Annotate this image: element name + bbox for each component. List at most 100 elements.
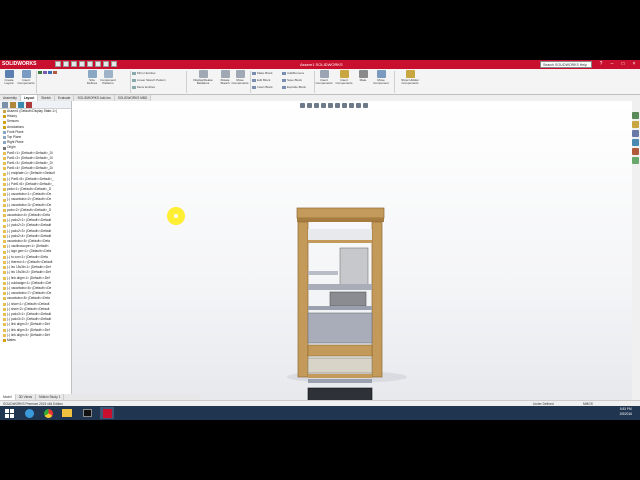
scene-icon[interactable] (356, 103, 361, 108)
rebuild-icon[interactable] (103, 61, 109, 67)
explorer-taskbar-item[interactable] (60, 407, 74, 419)
assembly-model[interactable] (72, 101, 632, 413)
sketch-line-icon[interactable] (38, 71, 42, 74)
print-icon[interactable] (79, 61, 85, 67)
resources-icon[interactable] (632, 112, 639, 119)
size-defines-button[interactable]: Size Defines (84, 70, 100, 86)
make-part-from-block-button[interactable]: Insert Components (316, 70, 333, 86)
shelf-plate-4[interactable] (308, 379, 372, 383)
chrome-taskbar-item[interactable] (41, 407, 55, 419)
save-block-button[interactable]: Save Block (282, 78, 302, 82)
new-icon[interactable] (55, 61, 61, 67)
undo-icon[interactable] (87, 61, 93, 67)
previous-view-icon[interactable] (314, 103, 319, 108)
mid-board[interactable] (307, 344, 373, 357)
sketch-spline-icon[interactable] (53, 71, 57, 74)
appearances-icon[interactable] (632, 148, 639, 155)
part-icon (3, 245, 6, 249)
move-component-button[interactable]: Move Component (370, 70, 392, 86)
file-explorer-icon[interactable] (632, 130, 639, 137)
add-remove-button[interactable]: Add/Remove (282, 71, 304, 75)
linear-pattern-icon (132, 78, 136, 82)
right-leg[interactable] (371, 221, 383, 378)
shelf-plate-1[interactable] (308, 271, 338, 275)
options-icon[interactable] (111, 61, 117, 67)
left-leg[interactable] (297, 221, 309, 378)
linear-pattern-button[interactable]: Linear Sketch Pattern (132, 78, 166, 82)
feature-manager-tree: Assem1 (Default<Display State-1>) Histor… (0, 101, 72, 407)
mate-button[interactable]: Mate (358, 70, 368, 82)
help-button[interactable]: ? (597, 61, 605, 68)
select-icon[interactable] (95, 61, 101, 67)
edit-block-button[interactable]: Edit Block (252, 78, 270, 82)
part-icon (3, 287, 6, 290)
move-components-button[interactable]: Move Components (232, 70, 249, 86)
quick-access-toolbar (55, 61, 117, 68)
part-icon (3, 177, 6, 181)
solidworks-taskbar-item[interactable] (100, 407, 114, 419)
search-input[interactable]: Search SOLIDWORKS Help (540, 61, 592, 68)
view-palette-icon[interactable] (632, 139, 639, 146)
tree-items: History Sensors Annotations Front Plane Top … (0, 114, 71, 343)
title-bar: SOLIDWORKS Assem1 SOLIDWORKS Search SOLI… (0, 60, 640, 69)
shelf-plate-3[interactable] (308, 306, 372, 310)
shelf-plate-2[interactable] (308, 284, 372, 290)
close-button[interactable]: × (630, 61, 638, 68)
display-manager-icon[interactable] (26, 102, 32, 108)
separator (186, 71, 187, 93)
view-orientation-icon[interactable] (328, 103, 333, 108)
maximize-button[interactable]: □ (619, 61, 627, 68)
separator (394, 71, 395, 93)
explode-block-button[interactable]: Explode Block (282, 85, 306, 89)
insert-components-button[interactable]: Insert Components (18, 70, 35, 86)
sketch-arc-icon[interactable] (43, 71, 47, 74)
configuration-manager-icon[interactable] (18, 102, 24, 108)
part-icon (3, 333, 6, 337)
insert-block-button[interactable]: Insert Block (252, 85, 273, 89)
show-hidden-components-button[interactable]: Show Hidden Components (398, 70, 422, 86)
signal-generator[interactable] (307, 312, 373, 344)
start-button[interactable] (2, 407, 16, 419)
minimize-button[interactable]: – (608, 61, 616, 68)
create-layout-button[interactable]: Create Layout (2, 70, 16, 86)
make-block-button[interactable]: Make Block (252, 71, 273, 75)
plane-icon (3, 136, 6, 140)
system-clock[interactable]: 5:53 PM 2/5/2016 (620, 407, 632, 417)
view-settings-icon[interactable] (363, 103, 368, 108)
save-icon[interactable] (71, 61, 77, 67)
part-icon (3, 281, 6, 285)
insert-components-layout-button[interactable]: Insert Components (334, 70, 354, 86)
part-icon (3, 182, 6, 186)
mirror-entities-button[interactable]: Mirror Entities (132, 71, 156, 75)
display-relations-button[interactable]: Display/Delete Relations (190, 70, 216, 86)
custom-properties-icon[interactable] (632, 157, 639, 164)
rail-2 (308, 374, 372, 378)
component-patterns-button[interactable]: Component Patterns (100, 70, 116, 86)
zoom-area-icon[interactable] (307, 103, 312, 108)
design-library-icon[interactable] (632, 121, 639, 128)
plane-icon (3, 141, 6, 145)
window-controls: ? – □ × (597, 61, 638, 68)
graphics-area[interactable] (72, 101, 632, 413)
appearance-icon[interactable] (349, 103, 354, 108)
drawer-panel[interactable] (307, 357, 373, 374)
rotate-sketch-button[interactable]: Rotate Sketch (218, 70, 232, 86)
top-board[interactable] (296, 207, 385, 219)
oscilloscope-box[interactable] (339, 247, 369, 287)
separator (36, 71, 37, 93)
open-icon[interactable] (63, 61, 69, 67)
section-view-icon[interactable] (321, 103, 326, 108)
edit-block-icon (252, 78, 256, 82)
property-manager-icon[interactable] (10, 102, 16, 108)
cmd-taskbar-item[interactable] (80, 407, 94, 419)
display-style-icon[interactable] (335, 103, 340, 108)
feature-manager-icon[interactable] (2, 102, 8, 108)
hide-show-icon[interactable] (342, 103, 347, 108)
instrument-cylinder[interactable] (329, 291, 367, 307)
part-icon (3, 266, 6, 270)
tree-item[interactable]: Mates (0, 338, 71, 343)
zoom-fit-icon[interactable] (300, 103, 305, 108)
sketch-circle-icon[interactable] (48, 71, 52, 74)
move-entities-button[interactable]: Move Entities (132, 85, 155, 89)
ie-taskbar-item[interactable] (22, 407, 36, 419)
